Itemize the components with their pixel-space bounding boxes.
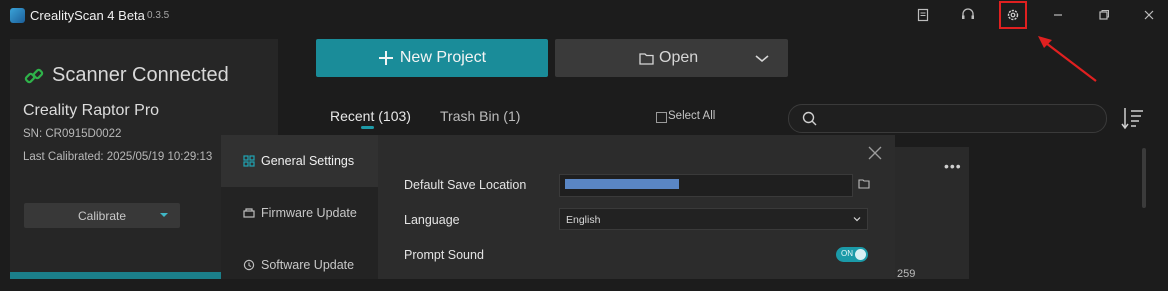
plus-icon: [378, 51, 393, 65]
device-name: Creality Raptor Pro: [23, 102, 160, 119]
notes-icon[interactable]: [912, 4, 934, 26]
active-tab-indicator: [361, 126, 374, 129]
restore-icon[interactable]: [1093, 4, 1115, 26]
left-bottom-accent: [10, 272, 224, 279]
link-icon: [24, 66, 44, 86]
search-icon: [802, 111, 817, 126]
folder-icon: [639, 52, 654, 65]
search-input[interactable]: [788, 104, 1107, 133]
annotation-arrow: [1038, 36, 1097, 82]
chevron-down-icon[interactable]: [755, 55, 769, 63]
headset-icon[interactable]: [957, 4, 979, 26]
nav-software-update[interactable]: Software Update: [221, 239, 378, 291]
select-all-label[interactable]: Select All: [668, 110, 715, 122]
sort-icon[interactable]: [1120, 105, 1146, 131]
nav-software-label: Software Update: [261, 258, 355, 272]
app-title: CrealityScan 4 Beta: [30, 8, 145, 23]
save-location-field[interactable]: [559, 174, 853, 197]
app-version: 0.3.5: [147, 10, 170, 21]
chevron-down-icon[interactable]: [160, 213, 168, 217]
tab-recent[interactable]: Recent (103): [330, 108, 411, 124]
settings-highlight-box: [999, 1, 1027, 29]
open-button[interactable]: Open: [555, 39, 788, 77]
toggle-state: ON: [841, 249, 853, 258]
last-calibrated: Last Calibrated: 2025/05/19 10:29:13: [23, 151, 213, 163]
scrollbar[interactable]: [1142, 148, 1146, 208]
open-label: Open: [659, 49, 699, 66]
save-location-value-redacted: [565, 179, 680, 189]
nav-general-label: General Settings: [261, 154, 355, 168]
new-project-label: New Project: [399, 49, 487, 66]
language-select[interactable]: English: [559, 208, 868, 230]
more-options-icon[interactable]: •••: [944, 158, 962, 174]
software-update-icon: [243, 259, 255, 271]
calibrate-label: Calibrate: [77, 208, 127, 223]
save-location-label: Default Save Location: [404, 178, 527, 192]
close-icon[interactable]: [1138, 4, 1160, 26]
tab-trash-bin[interactable]: Trash Bin (1): [440, 108, 520, 124]
card-number-fragment: 259: [897, 268, 916, 280]
prompt-sound-toggle[interactable]: ON: [836, 247, 868, 262]
scanner-status: Scanner Connected: [52, 64, 229, 86]
chevron-down-icon: [853, 217, 861, 222]
device-serial: SN: CR0915D0022: [23, 128, 122, 140]
title-bar: [0, 0, 1168, 32]
language-value: English: [566, 214, 601, 226]
nav-firmware-update[interactable]: Firmware Update: [221, 187, 378, 239]
grid-icon: [243, 155, 255, 167]
close-icon[interactable]: [868, 146, 882, 160]
nav-general-settings[interactable]: General Settings: [221, 135, 378, 187]
prompt-sound-label: Prompt Sound: [404, 248, 484, 262]
minimize-icon[interactable]: [1047, 4, 1069, 26]
browse-folder-icon[interactable]: [858, 178, 870, 190]
app-logo-icon: [10, 8, 25, 23]
language-label: Language: [404, 213, 460, 227]
select-all-checkbox[interactable]: [656, 112, 667, 123]
new-project-button[interactable]: New Project: [316, 39, 548, 77]
nav-firmware-label: Firmware Update: [261, 206, 357, 220]
toggle-knob: [855, 249, 866, 260]
firmware-icon: [243, 208, 255, 218]
calibrate-button[interactable]: Calibrate: [24, 203, 180, 228]
settings-nav: General Settings Firmware Update Softwar…: [221, 135, 378, 279]
settings-dialog: General Settings Firmware Update Softwar…: [221, 135, 895, 279]
